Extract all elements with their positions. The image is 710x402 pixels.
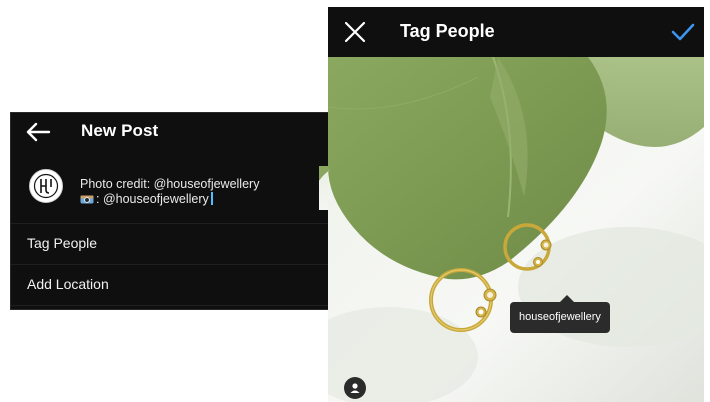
text-cursor	[210, 192, 213, 205]
user-tag[interactable]: houseofjewellery	[510, 295, 610, 333]
user-icon	[350, 383, 360, 393]
user-button[interactable]	[344, 377, 366, 399]
caption-line-2: : @houseofjewellery	[80, 192, 259, 207]
add-location-label: Add Location	[27, 276, 109, 292]
tag-pointer	[560, 295, 574, 302]
tag-people-header: Tag People	[328, 7, 704, 57]
caption-input[interactable]: Photo credit: @houseofjewellery : @house…	[80, 177, 259, 207]
tag-people-title: Tag People	[400, 21, 495, 41]
close-icon[interactable]	[342, 19, 368, 45]
tag-people-label: Tag People	[27, 235, 98, 251]
tag-username: houseofjewellery	[510, 302, 610, 333]
tag-people-panel: Tag People houseofjewellery	[328, 7, 704, 402]
checkmark-icon[interactable]	[670, 21, 696, 43]
avatar	[29, 169, 63, 203]
caption-line-2-text: : @houseofjewellery	[96, 192, 209, 206]
back-arrow-icon[interactable]	[25, 121, 51, 143]
page-title: New Post	[81, 121, 159, 140]
tagging-photo[interactable]	[328, 57, 704, 402]
jh-logo-icon	[33, 173, 59, 199]
caption-line-1: Photo credit: @houseofjewellery	[80, 177, 260, 191]
camera-icon	[80, 195, 94, 204]
